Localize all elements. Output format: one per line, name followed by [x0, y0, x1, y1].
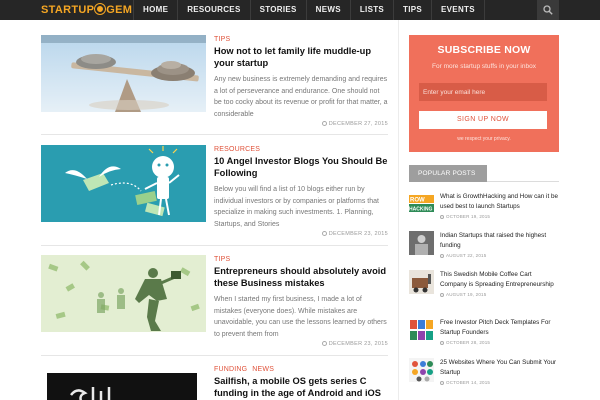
nav-item-tips[interactable]: TIPS — [393, 0, 431, 20]
divider — [41, 245, 388, 246]
websites-list-thumbnail — [409, 358, 434, 382]
clock-icon — [440, 293, 444, 298]
thumb-text-hacking: HACKING — [409, 207, 432, 213]
privacy-note: we respect your privacy. — [457, 136, 511, 142]
popular-post-date: OCTOBER 28, 2015 — [440, 338, 559, 348]
article-date: DECEMBER 23, 2015 — [321, 341, 388, 347]
top-navbar: STARTUP GEM HOME RESOURCES STORIES NEWS L… — [0, 0, 600, 20]
nav-item-resources[interactable]: RESOURCES — [177, 0, 249, 20]
popular-post-item[interactable]: This Swedish Mobile Coffee Cart Company … — [409, 270, 559, 300]
clock-icon — [321, 231, 327, 236]
search-button[interactable] — [537, 0, 559, 20]
article-thumbnail[interactable] — [41, 145, 206, 222]
popular-post-title[interactable]: This Swedish Mobile Coffee Cart Company … — [440, 270, 559, 300]
divider — [41, 134, 388, 135]
nav-item-events[interactable]: EVENTS — [431, 0, 485, 20]
article-date: DECEMBER 23, 2015 — [321, 231, 388, 237]
popular-posts-header: POPULAR POSTS — [409, 165, 559, 182]
coffee-cart-thumbnail — [409, 270, 434, 294]
balance-stones-image — [41, 35, 206, 112]
article-body: FUNDING NEWS Sailfish, a mobile OS gets s… — [214, 365, 388, 399]
startup-funding-thumbnail — [409, 231, 434, 255]
article-category[interactable]: FUNDING NEWS — [214, 365, 388, 374]
popular-post-date: OCTOBER 19, 2015 — [440, 212, 559, 222]
logo-text-right: GEM — [106, 4, 133, 16]
gear-icon — [95, 4, 106, 14]
logo-text-left: STARTUP — [41, 4, 95, 16]
article-category[interactable]: TIPS — [214, 35, 388, 44]
article-card: TIPS Entrepreneurs should absolutely avo… — [41, 255, 388, 350]
article-category[interactable]: TIPS — [214, 255, 388, 264]
angel-investor-illustration — [41, 145, 206, 222]
article-title[interactable]: How not to let family life muddle-up you… — [214, 46, 388, 69]
article-title[interactable]: 10 Angel Investor Blogs You Should Be Fo… — [214, 156, 388, 179]
divider — [41, 355, 388, 356]
clock-icon — [440, 254, 444, 259]
article-thumbnail[interactable] — [41, 35, 206, 112]
sidebar-divider — [398, 20, 399, 400]
popular-post-item[interactable]: Free Investor Pitch Deck Templates For S… — [409, 318, 559, 348]
popular-post-thumbnail — [409, 270, 434, 294]
popular-post-thumbnail — [409, 318, 434, 342]
article-card: FUNDING NEWS Sailfish, a mobile OS gets s… — [41, 365, 388, 400]
clock-icon — [321, 121, 327, 126]
popular-post-title[interactable]: 25 Websites Where You Can Submit Your St… — [440, 358, 559, 388]
article-card: TIPS How not to let family life muddle-u… — [41, 35, 388, 130]
clock-icon — [440, 341, 444, 346]
article-card: RESOURCES 10 Angel Investor Blogs You Sh… — [41, 145, 388, 240]
popular-post-thumbnail — [409, 231, 434, 255]
subscribe-title: SUBSCRIBE NOW — [437, 44, 531, 56]
nav-item-news[interactable]: NEWS — [305, 0, 350, 20]
nav-item-home[interactable]: HOME — [133, 0, 177, 20]
business-mistakes-image — [41, 255, 206, 332]
article-excerpt: When I started my first business, I made… — [214, 296, 387, 338]
search-icon — [543, 5, 553, 15]
clock-icon — [440, 381, 444, 386]
sailfish-phone-image — [41, 373, 206, 400]
article-thumbnail[interactable] — [41, 373, 206, 400]
popular-post-title[interactable]: Free Investor Pitch Deck Templates For S… — [440, 318, 559, 348]
site-logo[interactable]: STARTUP GEM — [41, 4, 132, 17]
growth-hacking-thumbnail: ROW HACKING — [409, 192, 434, 216]
popular-posts-tab[interactable]: POPULAR POSTS — [409, 165, 487, 182]
popular-post-item[interactable]: Indian Startups that raised the highest … — [409, 231, 559, 261]
popular-post-item[interactable]: 25 Websites Where You Can Submit Your St… — [409, 358, 559, 388]
main-nav: HOME RESOURCES STORIES NEWS LISTS TIPS E… — [133, 0, 485, 20]
email-field[interactable] — [419, 83, 547, 101]
article-excerpt: Below you will find a list of 10 blogs e… — [214, 186, 379, 228]
popular-post-item[interactable]: ROW HACKING What is GrowthHacking and Ho… — [409, 192, 559, 222]
pitch-deck-thumbnail — [409, 318, 434, 342]
nav-item-lists[interactable]: LISTS — [349, 0, 393, 20]
subscribe-widget: SUBSCRIBE NOW For more startup stuffs in… — [409, 35, 559, 152]
article-title[interactable]: Sailfish, a mobile OS gets series C fund… — [214, 376, 388, 399]
clock-icon — [321, 341, 327, 346]
popular-post-thumbnail: ROW HACKING — [409, 192, 434, 216]
subscribe-description: For more startup stuffs in your inbox — [432, 63, 536, 70]
article-body: RESOURCES 10 Angel Investor Blogs You Sh… — [214, 145, 388, 230]
article-excerpt: Any new business is extremely demanding … — [214, 76, 388, 118]
popular-post-thumbnail — [409, 358, 434, 382]
clock-icon — [440, 215, 444, 220]
popular-post-title[interactable]: Indian Startups that raised the highest … — [440, 231, 559, 261]
popular-post-date: AUGUST 19, 2015 — [440, 290, 559, 300]
article-title[interactable]: Entrepreneurs should absolutely avoid th… — [214, 266, 388, 289]
popular-post-title[interactable]: What is GrowthHacking and How can it be … — [440, 192, 559, 222]
popular-post-date: OCTOBER 14, 2015 — [440, 378, 559, 388]
nav-item-stories[interactable]: STORIES — [249, 0, 306, 20]
popular-post-date: AUGUST 22, 2015 — [440, 251, 559, 261]
article-category[interactable]: RESOURCES — [214, 145, 388, 154]
article-date: DECEMBER 27, 2015 — [321, 121, 388, 127]
thumb-text-growth: ROW — [410, 198, 425, 204]
article-thumbnail[interactable] — [41, 255, 206, 332]
article-body: TIPS Entrepreneurs should absolutely avo… — [214, 255, 388, 340]
sign-up-button[interactable]: SIGN UP NOW — [419, 111, 547, 129]
article-body: TIPS How not to let family life muddle-u… — [214, 35, 388, 120]
